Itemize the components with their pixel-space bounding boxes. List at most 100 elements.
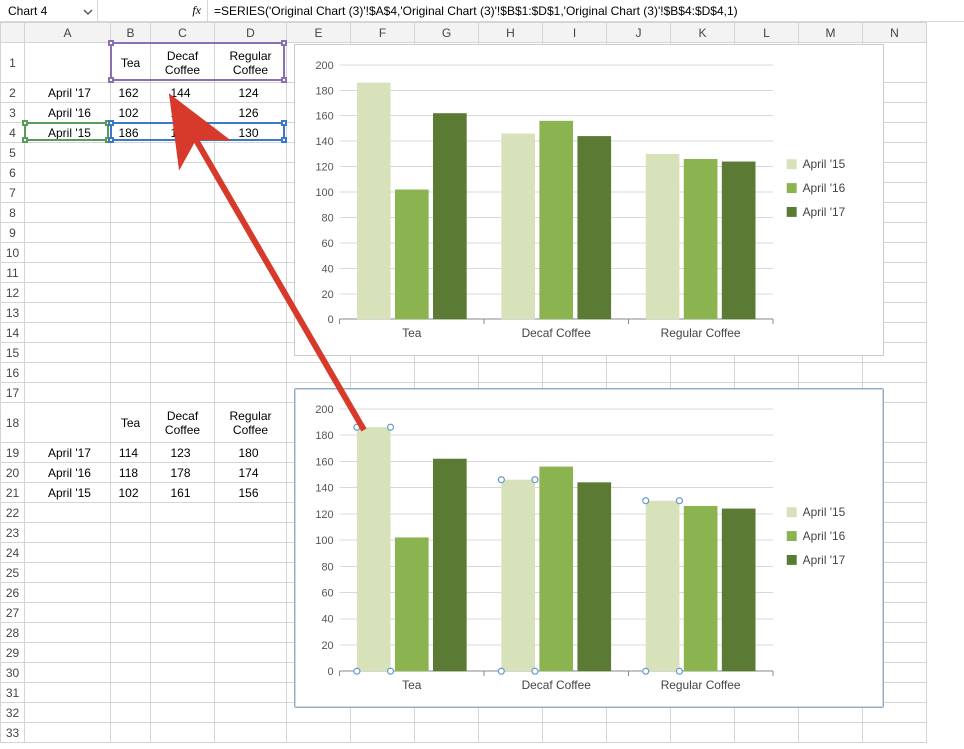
cell-N16[interactable] [863, 363, 927, 383]
cell-C27[interactable] [151, 603, 215, 623]
cell-B4[interactable]: 186 [111, 123, 151, 143]
cell-D24[interactable] [215, 543, 287, 563]
select-all-corner[interactable] [1, 23, 25, 43]
cell-C8[interactable] [151, 203, 215, 223]
cell-J33[interactable] [607, 723, 671, 743]
cell-A4[interactable]: April '15 [25, 123, 111, 143]
cell-I16[interactable] [543, 363, 607, 383]
worksheet-grid[interactable]: ABCDEFGHIJKLMN 1TeaDecafCoffeeRegularCof… [0, 22, 964, 743]
cell-B20[interactable]: 118 [111, 463, 151, 483]
row-header-13[interactable]: 13 [1, 303, 25, 323]
row-header-11[interactable]: 11 [1, 263, 25, 283]
formula-bar[interactable]: Chart 4 fx =SERIES('Original Chart (3)'!… [0, 0, 964, 22]
row-header-18[interactable]: 18 [1, 403, 25, 443]
cell-K33[interactable] [671, 723, 735, 743]
cell-A11[interactable] [25, 263, 111, 283]
cell-D27[interactable] [215, 603, 287, 623]
legend-label-2[interactable]: April '17 [803, 553, 846, 567]
cell-D1[interactable]: RegularCoffee [215, 43, 287, 83]
cell-B9[interactable] [111, 223, 151, 243]
column-header-G[interactable]: G [415, 23, 479, 43]
bar-April-17-Regular-Coffee[interactable] [722, 509, 756, 672]
row-header-15[interactable]: 15 [1, 343, 25, 363]
cell-C30[interactable] [151, 663, 215, 683]
row-header-20[interactable]: 20 [1, 463, 25, 483]
bar-April-17-Regular-Coffee[interactable] [722, 162, 756, 320]
cell-B10[interactable] [111, 243, 151, 263]
cell-A20[interactable]: April '16 [25, 463, 111, 483]
bar-April-17-Tea[interactable] [433, 459, 467, 672]
bar-April-16-Regular-Coffee[interactable] [684, 159, 718, 319]
column-header-D[interactable]: D [215, 23, 287, 43]
cell-B33[interactable] [111, 723, 151, 743]
bar-April-17-Decaf-Coffee[interactable] [577, 482, 611, 671]
cell-D3[interactable]: 126 [215, 103, 287, 123]
row-header-25[interactable]: 25 [1, 563, 25, 583]
cell-D29[interactable] [215, 643, 287, 663]
cell-N33[interactable] [863, 723, 927, 743]
column-header-E[interactable]: E [287, 23, 351, 43]
cell-J16[interactable] [607, 363, 671, 383]
cell-A28[interactable] [25, 623, 111, 643]
row-header-22[interactable]: 22 [1, 503, 25, 523]
cell-D26[interactable] [215, 583, 287, 603]
cell-D19[interactable]: 180 [215, 443, 287, 463]
cell-D28[interactable] [215, 623, 287, 643]
cell-A1[interactable] [25, 43, 111, 83]
cell-C12[interactable] [151, 283, 215, 303]
cell-B7[interactable] [111, 183, 151, 203]
row-header-5[interactable]: 5 [1, 143, 25, 163]
cell-C7[interactable] [151, 183, 215, 203]
cell-B16[interactable] [111, 363, 151, 383]
row-header-10[interactable]: 10 [1, 243, 25, 263]
cell-A15[interactable] [25, 343, 111, 363]
cell-A29[interactable] [25, 643, 111, 663]
cell-C21[interactable]: 161 [151, 483, 215, 503]
bar-April-15-Decaf-Coffee[interactable] [501, 134, 535, 320]
cell-F16[interactable] [351, 363, 415, 383]
bar-April-16-Decaf-Coffee[interactable] [539, 467, 573, 672]
cell-G16[interactable] [415, 363, 479, 383]
column-header-B[interactable]: B [111, 23, 151, 43]
cell-L16[interactable] [735, 363, 799, 383]
cell-D12[interactable] [215, 283, 287, 303]
cell-A18[interactable] [25, 403, 111, 443]
cell-B30[interactable] [111, 663, 151, 683]
cell-A24[interactable] [25, 543, 111, 563]
cell-B32[interactable] [111, 703, 151, 723]
cell-C11[interactable] [151, 263, 215, 283]
cell-B12[interactable] [111, 283, 151, 303]
row-header-30[interactable]: 30 [1, 663, 25, 683]
column-header-K[interactable]: K [671, 23, 735, 43]
cell-C19[interactable]: 123 [151, 443, 215, 463]
cell-D32[interactable] [215, 703, 287, 723]
bar-April-16-Regular-Coffee[interactable] [684, 506, 718, 671]
cell-D20[interactable]: 174 [215, 463, 287, 483]
cell-D15[interactable] [215, 343, 287, 363]
cell-D33[interactable] [215, 723, 287, 743]
cell-D6[interactable] [215, 163, 287, 183]
cell-B5[interactable] [111, 143, 151, 163]
cell-D5[interactable] [215, 143, 287, 163]
row-header-16[interactable]: 16 [1, 363, 25, 383]
row-header-17[interactable]: 17 [1, 383, 25, 403]
row-header-23[interactable]: 23 [1, 523, 25, 543]
cell-C6[interactable] [151, 163, 215, 183]
bar-April-17-Tea[interactable] [433, 113, 467, 319]
chart-bottom-selected[interactable]: 020406080100120140160180200TeaDecaf Coff… [294, 388, 884, 708]
cell-A21[interactable]: April '15 [25, 483, 111, 503]
cell-C15[interactable] [151, 343, 215, 363]
cell-C25[interactable] [151, 563, 215, 583]
cell-D8[interactable] [215, 203, 287, 223]
cell-B29[interactable] [111, 643, 151, 663]
cell-B19[interactable]: 114 [111, 443, 151, 463]
legend-swatch-0[interactable] [787, 507, 797, 517]
cell-B22[interactable] [111, 503, 151, 523]
cell-A16[interactable] [25, 363, 111, 383]
cell-A3[interactable]: April '16 [25, 103, 111, 123]
row-header-2[interactable]: 2 [1, 83, 25, 103]
cell-E33[interactable] [287, 723, 351, 743]
cell-C22[interactable] [151, 503, 215, 523]
cell-K16[interactable] [671, 363, 735, 383]
row-header-19[interactable]: 19 [1, 443, 25, 463]
